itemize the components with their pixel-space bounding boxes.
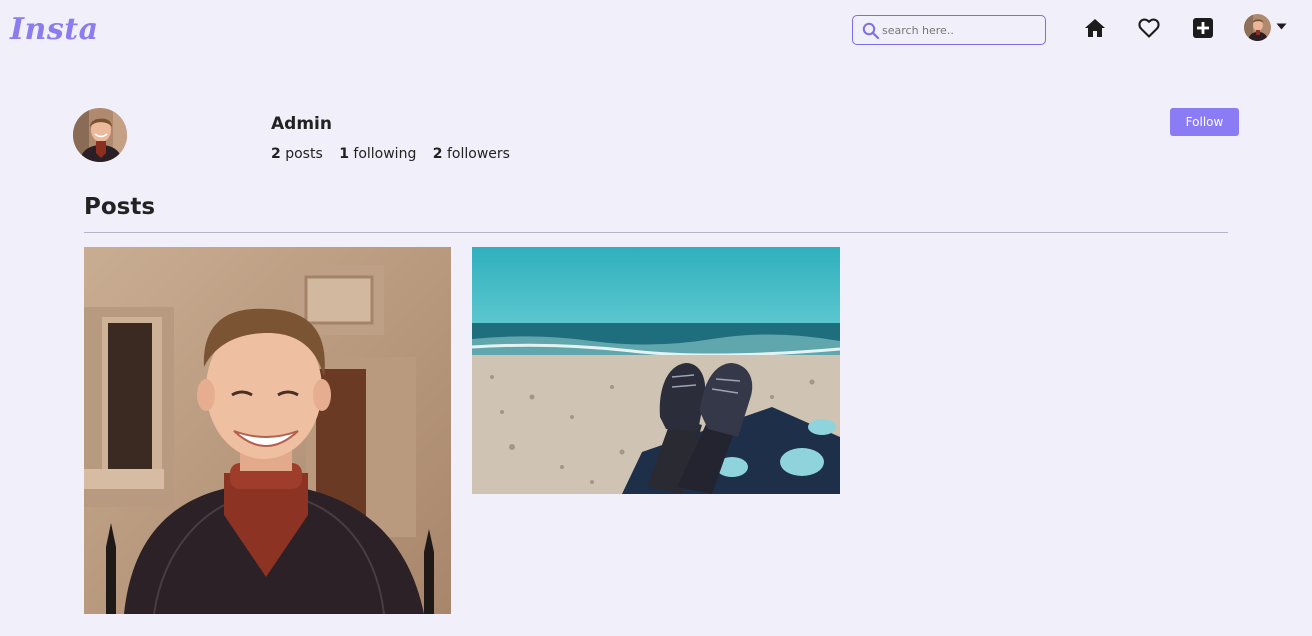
posts-stat: 2 posts: [271, 146, 323, 162]
search-box[interactable]: [852, 15, 1046, 45]
follow-button[interactable]: Follow: [1170, 108, 1239, 136]
posts-section-title: Posts: [84, 194, 156, 220]
followers-count: 2: [432, 146, 443, 162]
home-icon[interactable]: [1083, 16, 1107, 40]
posts-divider: [84, 232, 1228, 233]
profile-stats: 2 posts 1 following 2 followers: [271, 146, 522, 162]
user-avatar[interactable]: [1244, 14, 1271, 41]
profile-avatar: [73, 108, 127, 162]
followers-label: followers: [447, 146, 510, 162]
post-image-beach[interactable]: [472, 247, 840, 494]
following-stat[interactable]: 1 following: [339, 146, 416, 162]
logo[interactable]: Insta: [10, 12, 99, 47]
posts-label: posts: [285, 146, 323, 162]
profile-username: Admin: [271, 114, 332, 134]
plus-square-icon[interactable]: [1191, 16, 1215, 40]
following-count: 1: [339, 146, 349, 162]
navbar: Insta: [0, 0, 1312, 62]
caret-down-icon[interactable]: [1276, 23, 1287, 30]
followers-stat[interactable]: 2 followers: [433, 146, 510, 162]
following-label: following: [353, 146, 417, 162]
search-icon: [862, 22, 880, 40]
search-input[interactable]: [882, 20, 1040, 40]
posts-count: 2: [271, 146, 281, 162]
heart-icon[interactable]: [1137, 16, 1161, 40]
post-image-portrait[interactable]: [84, 247, 451, 614]
